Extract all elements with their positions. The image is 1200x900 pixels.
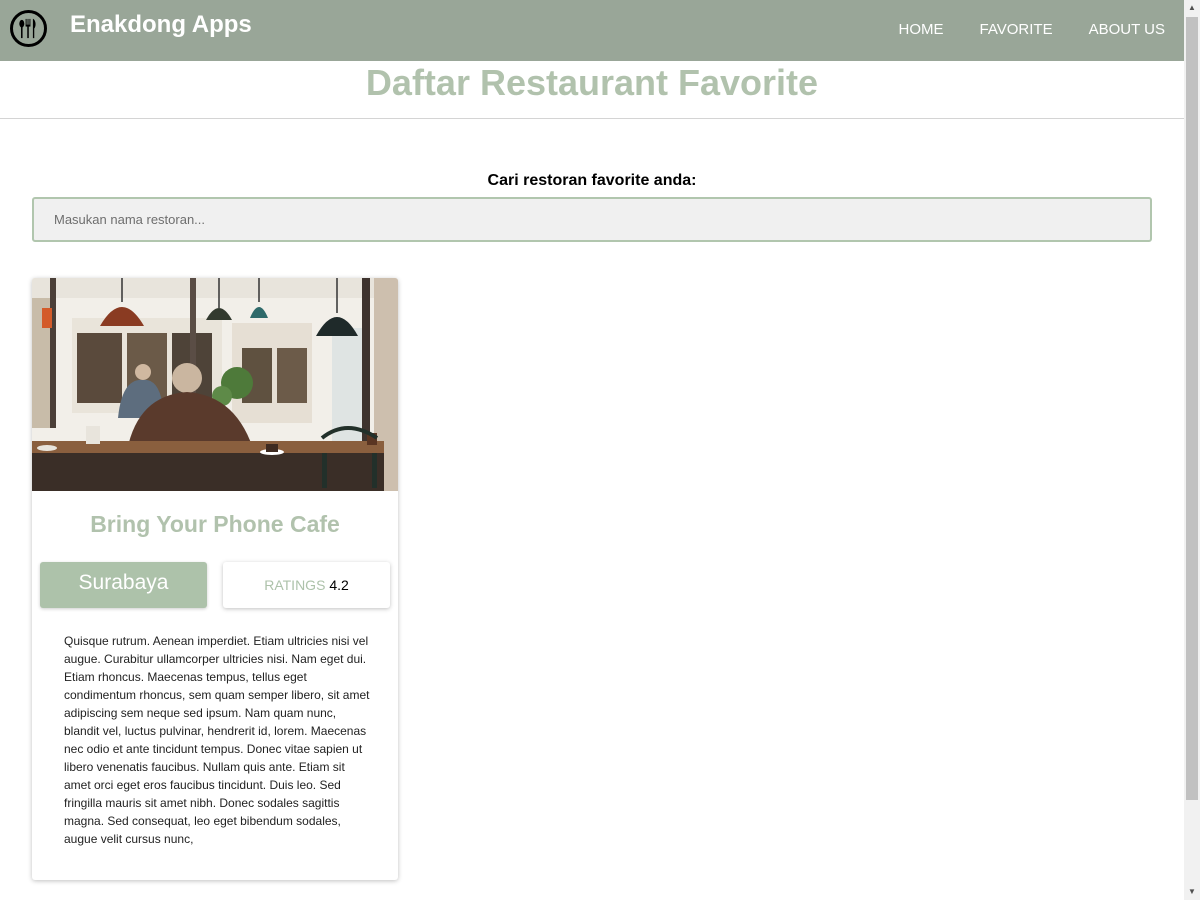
utensils-icon[interactable] xyxy=(10,10,47,47)
restaurant-name[interactable]: Bring Your Phone Cafe xyxy=(32,511,398,538)
divider xyxy=(0,118,1184,119)
scroll-up-icon[interactable]: ▲ xyxy=(1184,0,1200,16)
restaurant-card[interactable]: Bring Your Phone Cafe Surabaya RATINGS 4… xyxy=(32,278,398,880)
cafe-photo xyxy=(32,278,398,491)
page-title: Daftar Restaurant Favorite xyxy=(365,62,819,103)
app-brand[interactable]: Enakdong Apps xyxy=(70,11,252,39)
nav-favorite-link[interactable]: FAVORITE xyxy=(980,21,1053,38)
nav-home-link[interactable]: HOME xyxy=(899,21,944,38)
rating-box: RATINGS 4.2 xyxy=(223,562,390,608)
rating-label: RATINGS xyxy=(264,577,326,593)
scrollbar[interactable]: ▲ ▼ xyxy=(1184,0,1200,900)
scroll-down-icon[interactable]: ▼ xyxy=(1184,884,1200,900)
restaurant-image[interactable] xyxy=(32,278,398,491)
nav-links: HOME FAVORITE ABOUT US xyxy=(899,21,1165,38)
search-label: Cari restoran favorite anda: xyxy=(487,172,697,189)
search-input[interactable] xyxy=(32,197,1152,242)
scroll-thumb[interactable] xyxy=(1186,17,1198,800)
nav-about-link[interactable]: ABOUT US xyxy=(1089,21,1165,38)
restaurant-description: Quisque rutrum. Aenean imperdiet. Etiam … xyxy=(64,634,370,846)
navbar: Enakdong Apps HOME FAVORITE ABOUT US xyxy=(0,0,1184,61)
rating-value: 4.2 xyxy=(329,577,349,593)
city-badge: Surabaya xyxy=(40,562,207,608)
